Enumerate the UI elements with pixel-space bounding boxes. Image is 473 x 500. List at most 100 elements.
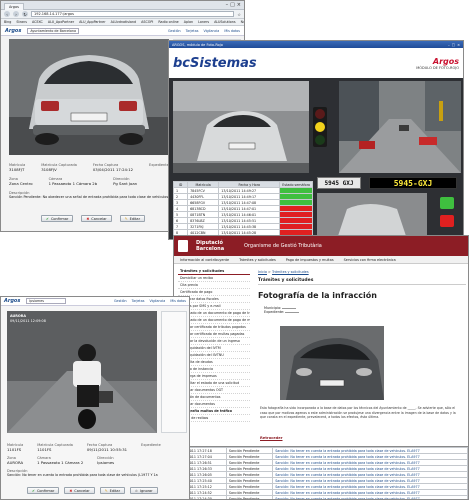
browser-tab-strip: Argos – □ × bbox=[1, 1, 244, 10]
expediente-list-window: 03/04/2011 17:27:18 Sanción Pendiente Sanc… bbox=[173, 446, 469, 500]
bookmarks-bar: Bing Strans ACEXC ALU_ApxPartner ALU_AppPart… bbox=[1, 19, 244, 26]
moto-details: Matrícula 1101FS Matrícula Capturada 1101F… bbox=[7, 443, 187, 477]
confirmar-button[interactable]: ✔ Confirmar bbox=[27, 487, 60, 494]
top-nav-item[interactable]: Pago de impuestos y multas bbox=[286, 258, 334, 262]
bookmark-item[interactable]: Aplan bbox=[184, 20, 193, 24]
bookmark-item[interactable]: ASCOPI bbox=[141, 20, 153, 24]
sidebar-title: Trámites y solicitudes bbox=[178, 268, 250, 275]
close-icon[interactable]: × bbox=[237, 2, 241, 8]
editar-button[interactable]: ✎ Editar bbox=[99, 487, 126, 494]
diputacio-crest-icon bbox=[178, 240, 188, 252]
infraction-photo bbox=[280, 326, 384, 400]
url-input[interactable]: 192.168.14.177:/argos bbox=[31, 11, 235, 17]
cancelar-button[interactable]: ✖ Cancelar bbox=[81, 215, 112, 222]
sidebar-item[interactable]: Domiciliar un recibo bbox=[178, 275, 250, 282]
plate-readout-big: 5945-GXJ bbox=[369, 177, 457, 189]
expediente-label: Expediente bbox=[141, 443, 161, 447]
browser-tab[interactable]: Argos bbox=[4, 2, 24, 10]
maximize-icon[interactable]: □ bbox=[230, 2, 235, 8]
module-label: MÓDULO DE FOTO-ROJO bbox=[416, 65, 459, 70]
menu-item-3[interactable]: Mis datos bbox=[170, 299, 186, 303]
location-select[interactable]: Ipsiomes bbox=[26, 298, 67, 304]
menu-item-2[interactable]: Vigilancia bbox=[149, 299, 165, 303]
photo-timestamp: 09/11/2011 12:09:08 bbox=[10, 319, 46, 323]
list-text: Sanción: No tener en cuenta la entrada p… bbox=[272, 495, 468, 499]
plate-readout-small: 5945 GXJ bbox=[317, 177, 361, 189]
maximize-icon[interactable]: □ bbox=[452, 43, 455, 47]
sidebar-item[interactable]: Certificado de pago bbox=[178, 289, 250, 296]
window-titlebar: ARGOS, módulo de Foto-Rojo – □ × bbox=[169, 41, 463, 48]
retroceder-link[interactable]: Retroceder bbox=[260, 436, 283, 440]
bookmark-item[interactable]: ALUvdnatisland bbox=[111, 20, 137, 24]
app-header: Argos Ayuntamiento de Barcelona Gestión T… bbox=[1, 26, 244, 36]
top-nav-item[interactable]: Servicios con firma electrónica bbox=[344, 258, 396, 262]
top-nav-item[interactable]: Trámites y solicitudes bbox=[239, 258, 276, 262]
cancelar-button[interactable]: ✖ Cancelar bbox=[64, 487, 95, 494]
foto-rojo-window: ARGOS, módulo de Foto-Rojo – □ × bcSiste… bbox=[168, 40, 464, 240]
fecha-captura-value: 09/11/2011 10:55:31 bbox=[86, 447, 128, 452]
photo-location-label: AURORA bbox=[10, 314, 27, 318]
bookmark-item[interactable]: Radio online bbox=[158, 20, 178, 24]
reload-icon[interactable]: ↻ bbox=[22, 11, 28, 17]
forward-icon[interactable]: › bbox=[13, 11, 19, 17]
bookmark-item[interactable]: Loners bbox=[198, 20, 209, 24]
bookmark-item[interactable]: ALU_ApxPartner bbox=[48, 20, 74, 24]
breadcrumb-inicio[interactable]: Inicio bbox=[258, 270, 267, 274]
breadcrumb: Inicio > Trámites y solicitudes bbox=[258, 270, 309, 274]
menu-item-1[interactable]: Tarjetas bbox=[186, 29, 199, 33]
top-navigation: Información al contribuyente Trámites y s… bbox=[174, 256, 468, 264]
direccion-value: Ipsiomes bbox=[97, 460, 115, 465]
top-nav-item[interactable]: Información al contribuyente bbox=[180, 258, 229, 262]
sidebar-item[interactable]: Cita previa bbox=[178, 282, 250, 289]
camara-value: 1 Passaeoto 1 Cámara 2b bbox=[48, 181, 98, 186]
action-buttons: ✔ Confirmar ✖ Cancelar ✎ Editar ⊘ Ignorar bbox=[27, 487, 158, 494]
app-menu: Gestión Tarjetas Vigilancia Mis datos bbox=[114, 299, 186, 303]
bookmark-item[interactable]: ACEXC bbox=[32, 20, 43, 24]
expediente-value bbox=[285, 312, 300, 313]
infraction-table: ID Matrícula Fecha y Hora Estado semáforo 1… bbox=[173, 181, 313, 238]
expediente-list-table: 03/04/2011 17:27:18 Sanción Pendiente Sanc… bbox=[174, 447, 468, 499]
bookmark-item[interactable]: ALU_AppPartner bbox=[79, 20, 105, 24]
menu-item-0[interactable]: Gestión bbox=[168, 29, 181, 33]
vehicle-capture-photo bbox=[9, 39, 169, 155]
breadcrumb-tramites[interactable]: Trámites y solicitudes bbox=[272, 270, 309, 274]
traffic-light-green bbox=[315, 135, 325, 145]
page-title: Fotografía de la infracción bbox=[258, 291, 377, 300]
editar-button[interactable]: ✎ Editar bbox=[119, 215, 146, 222]
bookmark-item[interactable]: Nueva petición bbox=[241, 20, 244, 24]
bookmark-item[interactable]: ALUSolutions bbox=[214, 20, 236, 24]
menu-item-3[interactable]: Mis datos bbox=[224, 29, 240, 33]
app-header: Argos Ipsiomes Gestión Tarjetas Vigilancia… bbox=[1, 297, 189, 306]
diputacio-window: Diputació Barcelona Organisme de Gestió … bbox=[173, 235, 469, 450]
zona-value: Zona Centro bbox=[9, 181, 33, 186]
minimize-icon[interactable]: – bbox=[448, 43, 450, 47]
moto-side-panel bbox=[161, 311, 187, 433]
confirmar-button[interactable]: ✔ Confirmar bbox=[41, 215, 74, 222]
back-icon[interactable]: ‹ bbox=[4, 11, 10, 17]
bookmark-item[interactable]: Strans bbox=[16, 20, 27, 24]
side-controls bbox=[433, 195, 461, 237]
export-icon[interactable] bbox=[440, 197, 454, 209]
pencil-icon: ✎ bbox=[104, 488, 108, 493]
check-icon: ✔ bbox=[46, 216, 49, 221]
stop-icon[interactable] bbox=[440, 215, 454, 227]
list-row[interactable]: 03/04/2011 17:24:30 Sanción Pendiente Sanc… bbox=[174, 495, 468, 499]
bcsistemas-logo: bcSistemas bbox=[173, 55, 257, 71]
fecha-captura-value: 03/04/2011 17:24:12 bbox=[92, 167, 134, 172]
ignore-icon: ⊘ bbox=[135, 488, 138, 493]
menu-item-2[interactable]: Vigilancia bbox=[203, 29, 219, 33]
camera-view-bottom bbox=[317, 193, 427, 239]
diputacio-subtitle: Organisme de Gestió Tributària bbox=[244, 243, 322, 249]
star-icon[interactable]: ☆ bbox=[237, 12, 241, 17]
bookmark-item[interactable]: Bing bbox=[4, 20, 11, 24]
direccion-value: Pg Sant Joan bbox=[113, 181, 138, 186]
menu-item-1[interactable]: Tarjetas bbox=[132, 299, 145, 303]
close-icon[interactable]: × bbox=[457, 43, 460, 47]
argos-moto-window: Argos Ipsiomes Gestión Tarjetas Vigilancia… bbox=[0, 296, 190, 500]
minimize-icon[interactable]: – bbox=[226, 2, 229, 8]
menu-item-0[interactable]: Gestión bbox=[114, 299, 127, 303]
matricula-value: 3108FJT bbox=[9, 167, 25, 172]
descripcion-value: Sanción: No tener en cuenta la entrada p… bbox=[7, 473, 158, 477]
ignorar-button[interactable]: ⊘ Ignorar bbox=[130, 487, 158, 494]
location-select[interactable]: Ayuntamiento de Barcelona bbox=[27, 27, 80, 34]
